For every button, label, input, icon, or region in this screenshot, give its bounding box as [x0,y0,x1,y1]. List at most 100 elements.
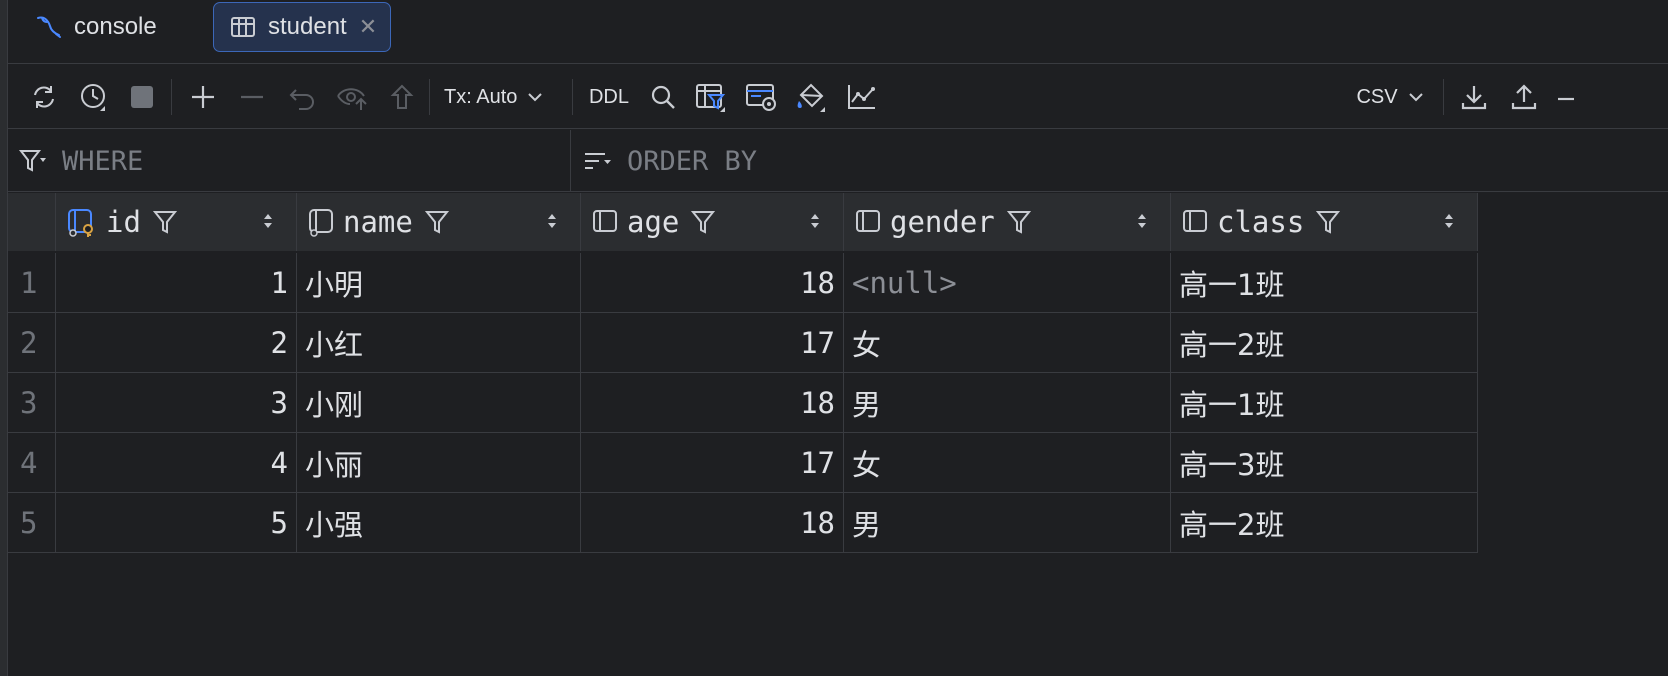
upload-icon [1511,84,1537,110]
view-pending-button[interactable] [332,65,374,129]
filter-icon [18,150,46,172]
cell-age[interactable]: 18 [581,493,844,553]
record-view-icon [746,84,776,111]
cell-gender[interactable]: 男 [844,493,1171,553]
view-records-button[interactable] [742,65,782,129]
arrow-right-icon [1558,97,1574,101]
column-header-class[interactable]: class [1171,193,1478,251]
column-icon [307,207,337,237]
cell-class[interactable]: 高一2班 [1171,313,1478,373]
column-header-name[interactable]: name [297,193,581,251]
column-filter-icon[interactable] [1006,209,1031,235]
cell-gender[interactable]: <null> [844,253,1171,313]
stop-button[interactable] [124,65,160,129]
primary-key-icon [66,207,100,237]
clock-icon [81,84,105,111]
column-filter-icon[interactable] [424,209,449,235]
editor-tab-bar: console student ✕ [8,0,1668,64]
table-filter-icon [696,84,726,112]
stop-icon [131,86,153,108]
column-header-id[interactable]: id [56,193,297,251]
ddl-label: DDL [588,85,629,108]
tab-student[interactable]: student ✕ [213,2,391,52]
import-data-button[interactable] [1504,65,1544,129]
filter-rows-button[interactable] [692,65,732,129]
cell-age[interactable]: 18 [581,253,844,313]
column-name: name [343,205,413,239]
toolbar-separator [1443,79,1444,115]
order-by-input[interactable]: ORDER BY [583,130,1663,192]
cell-name[interactable]: 小刚 [297,373,581,433]
cell-id[interactable]: 4 [56,433,297,493]
search-icon [651,85,675,109]
chart-view-button[interactable] [842,65,882,129]
cell-gender[interactable]: 女 [844,313,1171,373]
table-icon [228,12,258,42]
transaction-mode-dropdown[interactable]: Tx: Auto [444,65,564,129]
refresh-button[interactable] [24,65,64,129]
column-name: id [106,205,141,239]
export-data-button[interactable] [1454,65,1494,129]
column-filter-icon[interactable] [152,209,177,235]
cell-name[interactable]: 小明 [297,253,581,313]
cell-gender[interactable]: 男 [844,373,1171,433]
cell-age[interactable]: 18 [581,373,844,433]
tx-mode-label: Tx: Auto [444,85,518,108]
cell-class[interactable]: 高一2班 [1171,493,1478,553]
column-icon [591,207,621,237]
plus-icon [192,86,214,108]
order-by-placeholder: ORDER BY [627,145,758,177]
overflow-button[interactable] [1554,65,1574,129]
cell-age[interactable]: 17 [581,433,844,493]
cell-id[interactable]: 3 [56,373,297,433]
cell-name[interactable]: 小丽 [297,433,581,493]
sort-icon[interactable] [546,211,558,231]
cell-age[interactable]: 17 [581,313,844,373]
chevron-down-icon [528,93,543,102]
auto-refresh-button[interactable] [74,65,114,129]
column-name: age [627,205,680,239]
cell-id[interactable]: 1 [56,253,297,313]
cell-class[interactable]: 高一1班 [1171,253,1478,313]
search-button[interactable] [644,65,682,129]
delete-row-button[interactable] [232,65,272,129]
sort-icon[interactable] [1136,211,1148,231]
tab-console[interactable]: console [34,2,214,52]
line-chart-icon [848,85,875,109]
toolbar-separator [572,79,573,115]
cell-name[interactable]: 小强 [297,493,581,553]
toolbar-separator [171,79,172,115]
column-header-age[interactable]: age [581,193,844,251]
refresh-icon [34,86,54,108]
column-filter-icon[interactable] [691,209,716,235]
paint-bucket-icon [797,83,825,112]
revert-button[interactable] [282,65,322,129]
row-number: 5 [8,493,56,553]
sort-icon[interactable] [809,211,821,231]
column-icon [854,207,884,237]
cell-name[interactable]: 小红 [297,313,581,373]
cell-class[interactable]: 高一1班 [1171,373,1478,433]
sort-icon[interactable] [1443,211,1455,231]
column-header-gender[interactable]: gender [844,193,1171,251]
sort-icon[interactable] [262,211,274,231]
chevron-down-icon [1408,93,1423,102]
add-row-button[interactable] [183,65,223,129]
mysql-dolphin-icon [34,12,64,42]
where-filter-input[interactable]: WHERE [18,130,568,192]
cell-id[interactable]: 2 [56,313,297,373]
row-number: 1 [8,253,56,313]
cell-class[interactable]: 高一3班 [1171,433,1478,493]
submit-button[interactable] [382,65,422,129]
column-filter-icon[interactable] [1316,209,1341,235]
cell-gender[interactable]: 女 [844,433,1171,493]
export-format-dropdown[interactable]: CSV [1350,65,1430,129]
close-tab-icon[interactable]: ✕ [359,14,377,40]
tab-console-label: console [74,13,157,40]
cell-color-button[interactable] [792,65,832,129]
cell-id[interactable]: 5 [56,493,297,553]
column-icon [1181,207,1211,237]
arrow-up-icon [390,84,414,109]
filter-bar: WHERE ORDER BY [8,130,1668,192]
ddl-button[interactable]: DDL [584,65,634,129]
